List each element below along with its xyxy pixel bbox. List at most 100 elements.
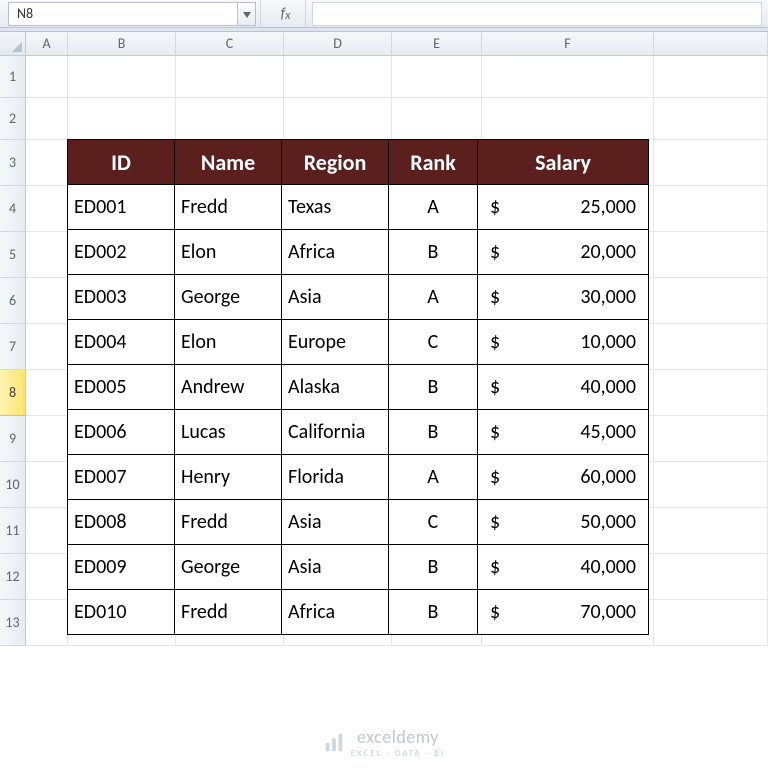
cell[interactable] bbox=[26, 462, 68, 508]
table-cell[interactable]: Henry bbox=[174, 454, 282, 500]
table-cell[interactable]: Elon bbox=[174, 319, 282, 365]
table-cell[interactable]: C bbox=[388, 499, 478, 545]
row-header[interactable]: 1 bbox=[0, 56, 26, 98]
table-cell[interactable]: ED005 bbox=[67, 364, 175, 410]
table-header-cell[interactable]: Region bbox=[281, 139, 389, 185]
cell[interactable] bbox=[284, 98, 392, 140]
table-cell[interactable]: Andrew bbox=[174, 364, 282, 410]
cell[interactable] bbox=[26, 140, 68, 186]
column-header[interactable]: E bbox=[392, 32, 482, 56]
column-header[interactable]: D bbox=[284, 32, 392, 56]
table-cell[interactable]: Alaska bbox=[281, 364, 389, 410]
table-cell[interactable]: A bbox=[388, 184, 478, 230]
table-cell[interactable]: ED001 bbox=[67, 184, 175, 230]
cell[interactable] bbox=[26, 278, 68, 324]
table-cell[interactable]: Fredd bbox=[174, 589, 282, 635]
cell[interactable] bbox=[26, 186, 68, 232]
cell[interactable] bbox=[26, 324, 68, 370]
cell[interactable] bbox=[392, 56, 482, 98]
row-header[interactable]: 10 bbox=[0, 462, 26, 508]
cell[interactable] bbox=[482, 56, 654, 98]
table-cell[interactable]: B bbox=[388, 409, 478, 455]
cell[interactable] bbox=[654, 508, 768, 554]
fx-icon[interactable]: fx bbox=[266, 0, 306, 27]
cell[interactable] bbox=[654, 416, 768, 462]
table-cell[interactable]: $70,000 bbox=[477, 589, 649, 635]
cell[interactable] bbox=[176, 56, 284, 98]
table-cell[interactable]: ED002 bbox=[67, 229, 175, 275]
row-header[interactable]: 8 bbox=[0, 370, 26, 416]
table-cell[interactable]: California bbox=[281, 409, 389, 455]
cell[interactable] bbox=[654, 98, 768, 140]
cell[interactable] bbox=[654, 186, 768, 232]
cell[interactable] bbox=[68, 56, 176, 98]
table-cell[interactable]: $20,000 bbox=[477, 229, 649, 275]
cell[interactable] bbox=[68, 98, 176, 140]
table-cell[interactable]: Europe bbox=[281, 319, 389, 365]
cell[interactable] bbox=[654, 462, 768, 508]
table-cell[interactable]: $60,000 bbox=[477, 454, 649, 500]
table-cell[interactable]: $50,000 bbox=[477, 499, 649, 545]
table-cell[interactable]: Texas bbox=[281, 184, 389, 230]
cell[interactable] bbox=[26, 600, 68, 646]
table-cell[interactable]: Asia bbox=[281, 274, 389, 320]
cell[interactable] bbox=[176, 98, 284, 140]
cell[interactable] bbox=[654, 324, 768, 370]
row-header[interactable]: 12 bbox=[0, 554, 26, 600]
cell[interactable] bbox=[284, 56, 392, 98]
column-header[interactable]: B bbox=[68, 32, 176, 56]
table-cell[interactable]: Africa bbox=[281, 229, 389, 275]
table-cell[interactable]: $10,000 bbox=[477, 319, 649, 365]
table-cell[interactable]: Africa bbox=[281, 589, 389, 635]
cell[interactable] bbox=[654, 278, 768, 324]
cell[interactable] bbox=[392, 98, 482, 140]
cell[interactable] bbox=[654, 56, 768, 98]
table-cell[interactable]: ED004 bbox=[67, 319, 175, 365]
table-cell[interactable]: A bbox=[388, 274, 478, 320]
table-cell[interactable]: ED003 bbox=[67, 274, 175, 320]
table-cell[interactable]: ED009 bbox=[67, 544, 175, 590]
table-cell[interactable]: $30,000 bbox=[477, 274, 649, 320]
cell[interactable] bbox=[26, 416, 68, 462]
cell[interactable] bbox=[26, 232, 68, 278]
cell[interactable] bbox=[654, 600, 768, 646]
table-header-cell[interactable]: Salary bbox=[477, 139, 649, 185]
table-cell[interactable]: $25,000 bbox=[477, 184, 649, 230]
row-header[interactable]: 7 bbox=[0, 324, 26, 370]
table-cell[interactable]: ED006 bbox=[67, 409, 175, 455]
row-header[interactable]: 3 bbox=[0, 140, 26, 186]
cell[interactable] bbox=[26, 554, 68, 600]
table-cell[interactable]: Asia bbox=[281, 544, 389, 590]
table-cell[interactable]: Lucas bbox=[174, 409, 282, 455]
row-header[interactable]: 9 bbox=[0, 416, 26, 462]
row-header[interactable]: 4 bbox=[0, 186, 26, 232]
column-header[interactable]: A bbox=[26, 32, 68, 56]
table-header-cell[interactable]: Name bbox=[174, 139, 282, 185]
table-cell[interactable]: George bbox=[174, 544, 282, 590]
table-cell[interactable]: C bbox=[388, 319, 478, 365]
name-box-dropdown[interactable] bbox=[238, 2, 256, 26]
table-cell[interactable]: B bbox=[388, 364, 478, 410]
table-cell[interactable]: A bbox=[388, 454, 478, 500]
table-cell[interactable]: B bbox=[388, 229, 478, 275]
cell[interactable] bbox=[654, 554, 768, 600]
table-cell[interactable]: $45,000 bbox=[477, 409, 649, 455]
table-cell[interactable]: Fredd bbox=[174, 499, 282, 545]
table-cell[interactable]: ED007 bbox=[67, 454, 175, 500]
cell[interactable] bbox=[654, 232, 768, 278]
name-box[interactable]: N8 bbox=[8, 2, 238, 26]
table-cell[interactable]: George bbox=[174, 274, 282, 320]
cell[interactable] bbox=[654, 140, 768, 186]
table-cell[interactable]: B bbox=[388, 589, 478, 635]
cell[interactable] bbox=[26, 98, 68, 140]
table-cell[interactable]: $40,000 bbox=[477, 364, 649, 410]
cell[interactable] bbox=[482, 98, 654, 140]
column-header[interactable]: C bbox=[176, 32, 284, 56]
table-cell[interactable]: Fredd bbox=[174, 184, 282, 230]
table-header-cell[interactable]: ID bbox=[67, 139, 175, 185]
cell[interactable] bbox=[26, 56, 68, 98]
table-cell[interactable]: $40,000 bbox=[477, 544, 649, 590]
row-header[interactable]: 6 bbox=[0, 278, 26, 324]
row-header[interactable]: 13 bbox=[0, 600, 26, 646]
table-cell[interactable]: ED008 bbox=[67, 499, 175, 545]
